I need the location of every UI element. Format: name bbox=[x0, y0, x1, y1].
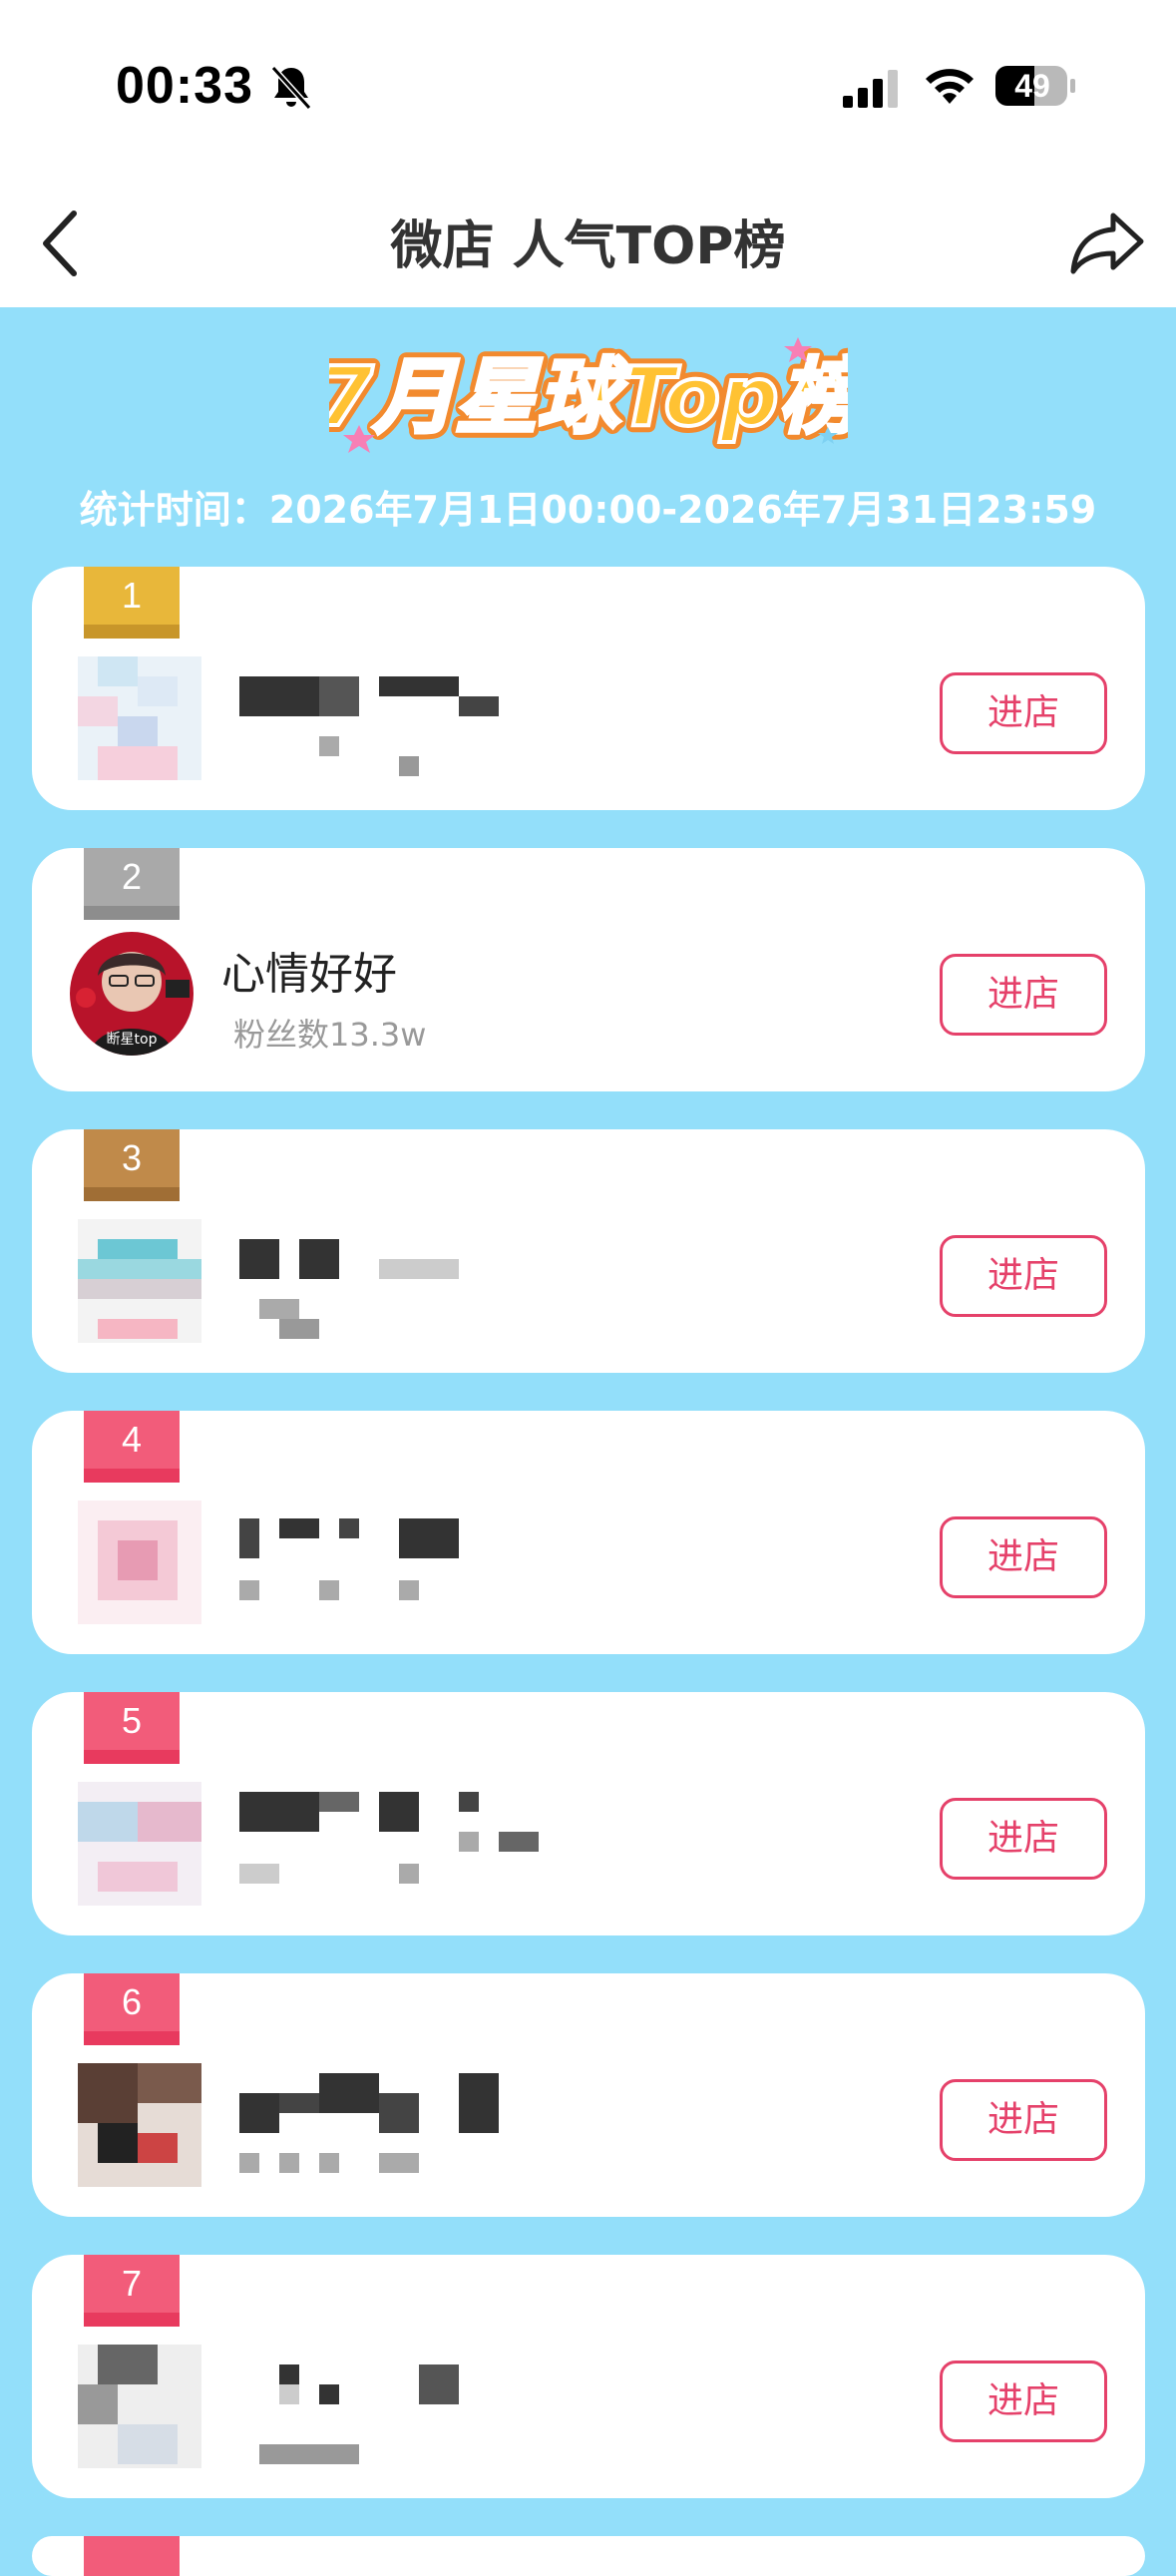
rank-badge: 7 bbox=[84, 2255, 180, 2327]
enter-shop-button[interactable]: 进店 bbox=[940, 1798, 1107, 1880]
stats-time-range: 统计时间：2026年7月1日00:00-2026年7月31日23:59 bbox=[79, 488, 1097, 532]
bell-muted-icon bbox=[270, 65, 312, 111]
rank-card: 7 进店 bbox=[32, 2255, 1145, 2498]
cellular-signal-icon bbox=[843, 70, 898, 108]
navigation-bar: 微店 人气TOP榜 bbox=[0, 180, 1176, 307]
enter-shop-button[interactable]: 进店 bbox=[940, 954, 1107, 1036]
enter-shop-button[interactable]: 进店 bbox=[940, 1235, 1107, 1317]
battery-level: 49 bbox=[1014, 68, 1050, 104]
rank-card: 1 进店 bbox=[32, 567, 1145, 810]
wifi-icon bbox=[926, 69, 974, 104]
rank-number: 1 bbox=[121, 575, 143, 616]
rank-badge-gold: 1 bbox=[84, 567, 180, 639]
avatar: 断星top bbox=[70, 932, 194, 1056]
avatar bbox=[78, 1501, 201, 1624]
rank-card: 2 断星top 心情好好 粉丝数13.3w 进店 bbox=[32, 848, 1145, 1091]
rank-number: 2 bbox=[121, 856, 143, 897]
avatar bbox=[78, 2345, 201, 2468]
rank-number: 5 bbox=[121, 1700, 143, 1741]
avatar bbox=[78, 1219, 201, 1343]
avatar bbox=[78, 1782, 201, 1906]
share-icon[interactable] bbox=[1069, 210, 1145, 275]
status-bar: 00:33 49 bbox=[0, 0, 1176, 180]
rank-number: 4 bbox=[121, 1419, 143, 1460]
rank-badge: 5 bbox=[84, 1692, 180, 1764]
rank-badge-silver: 2 bbox=[84, 848, 180, 920]
rank-number: 7 bbox=[121, 2263, 143, 2304]
rank-badge-bronze: 3 bbox=[84, 1129, 180, 1201]
banner-logo: 7月星球Top榜 7月星球Top榜 bbox=[309, 329, 880, 459]
enter-shop-button[interactable]: 进店 bbox=[940, 2361, 1107, 2442]
rank-number: 3 bbox=[121, 1137, 143, 1178]
rank-card bbox=[32, 2536, 1145, 2576]
fans-count: 粉丝数13.3w bbox=[233, 1016, 427, 1054]
rank-badge: 6 bbox=[84, 1973, 180, 2045]
rank-badge: 4 bbox=[84, 1411, 180, 1483]
rank-card: 4 进店 bbox=[32, 1411, 1145, 1654]
rank-badge bbox=[84, 2536, 180, 2576]
rank-card: 6 进店 bbox=[32, 1973, 1145, 2217]
shop-name: 心情好好 bbox=[221, 949, 397, 1000]
enter-shop-button[interactable]: 进店 bbox=[940, 2079, 1107, 2161]
rank-card: 5 进店 bbox=[32, 1692, 1145, 1935]
status-time: 00:33 bbox=[116, 57, 253, 115]
banner-title: 7月星球Top榜 bbox=[329, 350, 848, 445]
avatar bbox=[78, 2063, 201, 2187]
svg-text:断星top: 断星top bbox=[107, 1032, 158, 1048]
page-title: 微店 人气TOP榜 bbox=[390, 216, 786, 276]
enter-shop-button[interactable]: 进店 bbox=[940, 1516, 1107, 1598]
rank-card: 3 进店 bbox=[32, 1129, 1145, 1373]
rank-number: 6 bbox=[121, 1981, 143, 2022]
avatar bbox=[78, 656, 201, 780]
enter-shop-button[interactable]: 进店 bbox=[940, 672, 1107, 754]
